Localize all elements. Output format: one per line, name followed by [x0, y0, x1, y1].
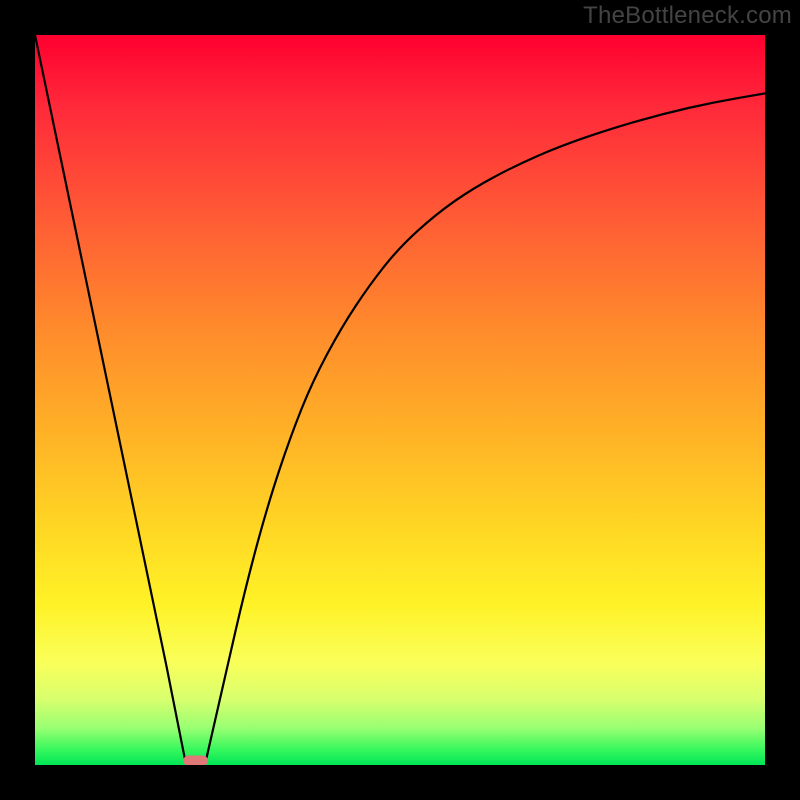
curve-right-branch: [207, 93, 765, 757]
plot-area: [35, 35, 765, 765]
chart-frame: TheBottleneck.com: [0, 0, 800, 800]
watermark-text: TheBottleneck.com: [583, 2, 792, 30]
curve-left-branch: [35, 35, 185, 758]
bottleneck-marker: [183, 756, 208, 765]
curve-overlay: [35, 35, 765, 765]
